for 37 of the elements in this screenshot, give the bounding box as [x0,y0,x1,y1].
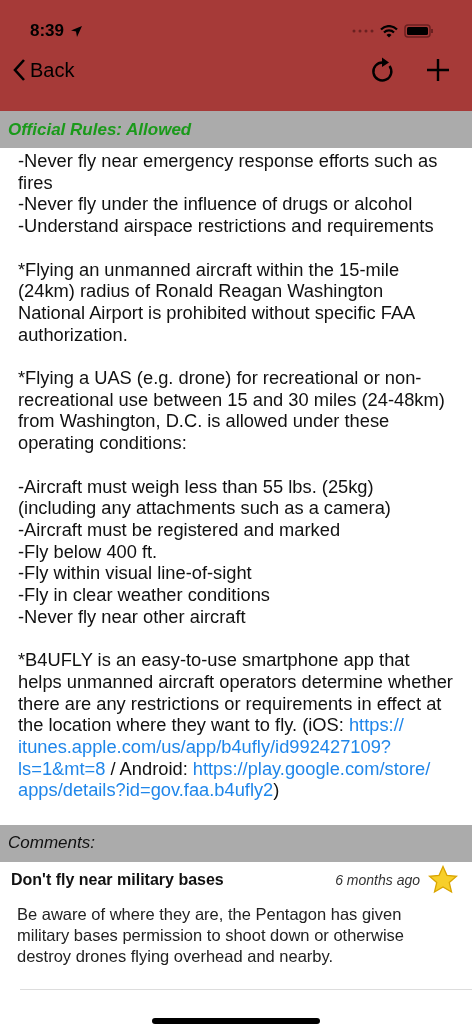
rule-text: helps unmanned aircraft operators determine whether [18,670,453,692]
signal-dots-icon [352,29,374,33]
comment-text: Be aware of where they are, the Pentagon has given military bases permission to shoot down or otherwise destroy drones flying overhead and nearby. [16,903,405,967]
rule-line: -Aircraft must weigh less than 55 lbs. (25kg) (including any attachments such as a camera) [18,475,392,519]
location-arrow-icon [70,24,84,38]
battery-icon [404,24,434,38]
refresh-icon[interactable] [370,56,396,84]
link[interactable]: apps/details?id=gov.faa.b4ufly2 [18,779,274,801]
rules-status: Official Rules: Allowed [8,119,192,140]
link[interactable]: ls=1&mt=8 [18,757,106,779]
rule-line: -Never fly near other aircraft [18,605,247,628]
rule-line: -Never fly under the influence of drugs or alcohol [18,193,414,216]
link[interactable]: https://play.google.com/store/ [192,757,431,779]
rule-line: -Aircraft must be registered and marked [18,518,342,541]
rule-text: / Android: [109,757,189,779]
rule-text: there are any restrictions or requirements in effect at [18,692,442,714]
wifi-icon [380,24,398,38]
rule-text: *B4UFLY is an easy-to-use smartphone app that [18,649,410,671]
rule-paragraph: *Flying an unmanned aircraft within the 15-mile (24km) radius of Ronald Reagan Washington National Airport is prohibited without specific FAA authorization. [18,258,416,346]
comment-title: Don't fly near military bases [11,870,225,889]
rule-line: -Fly below 400 ft. [18,540,159,563]
link[interactable]: itunes.apple.com/us/app/b4ufly/id992427109? [18,735,392,757]
status-time: 8:39 [30,21,65,41]
comment-time: 6 months ago [335,871,420,888]
link[interactable]: https:// [348,714,404,736]
back-button[interactable]: Back [12,58,75,82]
rule-line: -Never fly near emergency response efforts such as fires [18,150,439,194]
star-icon[interactable] [428,865,458,895]
back-chevron-icon [12,58,26,82]
add-icon[interactable] [426,58,450,82]
rule-paragraph: *Flying a UAS (e.g. drone) for recreational or non-recreational use between 15 and 30 miles (24-48km) from Washington, D.C. is allowed under these operating conditions: [18,367,446,454]
rule-text: the location where they want to fly. (iOS: [18,714,345,736]
rule-line: -Understand airspace restrictions and requirements [18,215,435,237]
rule-text: ) [273,779,280,801]
rule-line: -Fly within visual line-of-sight [18,562,253,584]
rule-line: -Fly in clear weather conditions [18,584,271,606]
comments-title: Comments: [8,833,95,854]
